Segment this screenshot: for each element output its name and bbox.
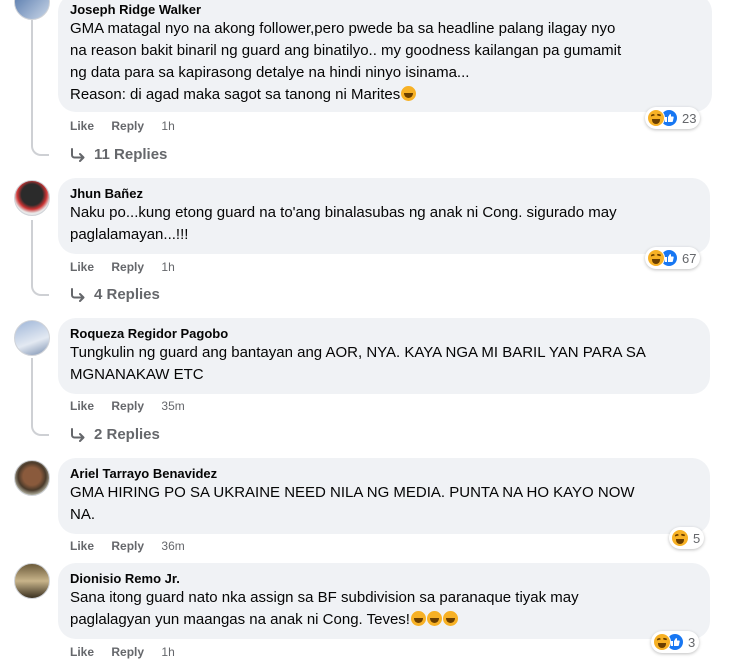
reaction-summary[interactable]: 3: [651, 631, 700, 653]
comment-text: GMA HIRING PO SA UKRAINE NEED NILA NG ME…: [70, 484, 635, 523]
replies-label: 11 Replies: [94, 146, 168, 163]
comment-time[interactable]: 1h: [161, 645, 174, 659]
comment-time[interactable]: 35m: [161, 399, 184, 413]
reply-arrow-icon: [71, 147, 85, 162]
comment-bubble: Ariel Tarrayo Benavidez GMA HIRING PO SA…: [58, 458, 710, 534]
haha-reaction-icon: [647, 249, 665, 267]
comment-text: Tungkulin ng guard ang bantayan ang AOR,…: [70, 344, 646, 383]
avatar[interactable]: [14, 460, 50, 496]
comment-bubble: Joseph Ridge Walker GMA matagal nyo na a…: [58, 0, 712, 112]
comment-actions: Like Reply 1h: [70, 118, 175, 134]
reply-button[interactable]: Reply: [111, 260, 144, 274]
view-replies-button[interactable]: 4 Replies: [70, 286, 160, 303]
laughing-emoji-icon: [401, 86, 417, 101]
reply-button[interactable]: Reply: [111, 399, 144, 413]
reply-button[interactable]: Reply: [111, 645, 144, 659]
reply-arrow-icon: [71, 427, 85, 442]
reply-button[interactable]: Reply: [111, 539, 144, 553]
thread-curve: [31, 416, 49, 436]
thread-curve: [31, 136, 49, 156]
reaction-summary[interactable]: 67: [645, 247, 701, 269]
comment-text: Sana itong guard nato nka assign sa BF s…: [70, 589, 579, 628]
thread-line: [31, 358, 33, 422]
comment-author[interactable]: Roqueza Regidor Pagobo: [70, 325, 698, 342]
laughing-emoji-icon: [426, 611, 442, 626]
reaction-count: 23: [682, 110, 697, 126]
haha-reaction-icon: [671, 529, 689, 547]
thread-curve: [31, 276, 49, 296]
like-button[interactable]: Like: [70, 260, 94, 274]
comment-actions: Like Reply 35m: [70, 398, 185, 414]
comment-author[interactable]: Ariel Tarrayo Benavidez: [70, 465, 698, 482]
comment-actions: Like Reply 1h: [70, 644, 175, 660]
like-button[interactable]: Like: [70, 539, 94, 553]
replies-label: 2 Replies: [94, 426, 160, 443]
haha-reaction-icon: [647, 109, 665, 127]
thread-line: [31, 220, 33, 282]
avatar[interactable]: [14, 0, 50, 20]
view-replies-button[interactable]: 11 Replies: [70, 146, 167, 163]
comment-time[interactable]: 1h: [161, 260, 174, 274]
comment-text: GMA matagal nyo na akong follower,pero p…: [70, 20, 622, 103]
avatar[interactable]: [14, 320, 50, 356]
like-button[interactable]: Like: [70, 399, 94, 413]
reaction-summary[interactable]: 5: [669, 527, 705, 549]
comment-author[interactable]: Joseph Ridge Walker: [70, 1, 700, 18]
comment-time[interactable]: 1h: [161, 119, 174, 133]
comment-bubble: Roqueza Regidor Pagobo Tungkulin ng guar…: [58, 318, 710, 394]
like-button[interactable]: Like: [70, 119, 94, 133]
laughing-emoji-icon: [442, 611, 458, 626]
reply-arrow-icon: [71, 287, 85, 302]
reaction-count: 67: [682, 250, 697, 266]
like-button[interactable]: Like: [70, 645, 94, 659]
comment-bubble: Dionisio Remo Jr. Sana itong guard nato …: [58, 563, 710, 639]
replies-label: 4 Replies: [94, 286, 160, 303]
comment-text: Naku po...kung etong guard na to'ang bin…: [70, 204, 617, 243]
avatar[interactable]: [14, 180, 50, 216]
comment-actions: Like Reply 36m: [70, 538, 185, 554]
comment-actions: Like Reply 1h: [70, 259, 175, 275]
haha-reaction-icon: [653, 633, 671, 651]
view-replies-button[interactable]: 2 Replies: [70, 426, 160, 443]
reaction-count: 3: [688, 634, 696, 650]
reaction-summary[interactable]: 23: [645, 107, 701, 129]
avatar[interactable]: [14, 563, 50, 599]
comment-author[interactable]: Dionisio Remo Jr.: [70, 570, 698, 587]
reply-button[interactable]: Reply: [111, 119, 144, 133]
comment-time[interactable]: 36m: [161, 539, 184, 553]
comment-bubble: Jhun Bañez Naku po...kung etong guard na…: [58, 178, 710, 254]
laughing-emoji-icon: [410, 611, 426, 626]
thread-line: [31, 20, 33, 142]
comment-author[interactable]: Jhun Bañez: [70, 185, 698, 202]
reaction-count: 5: [693, 530, 701, 546]
